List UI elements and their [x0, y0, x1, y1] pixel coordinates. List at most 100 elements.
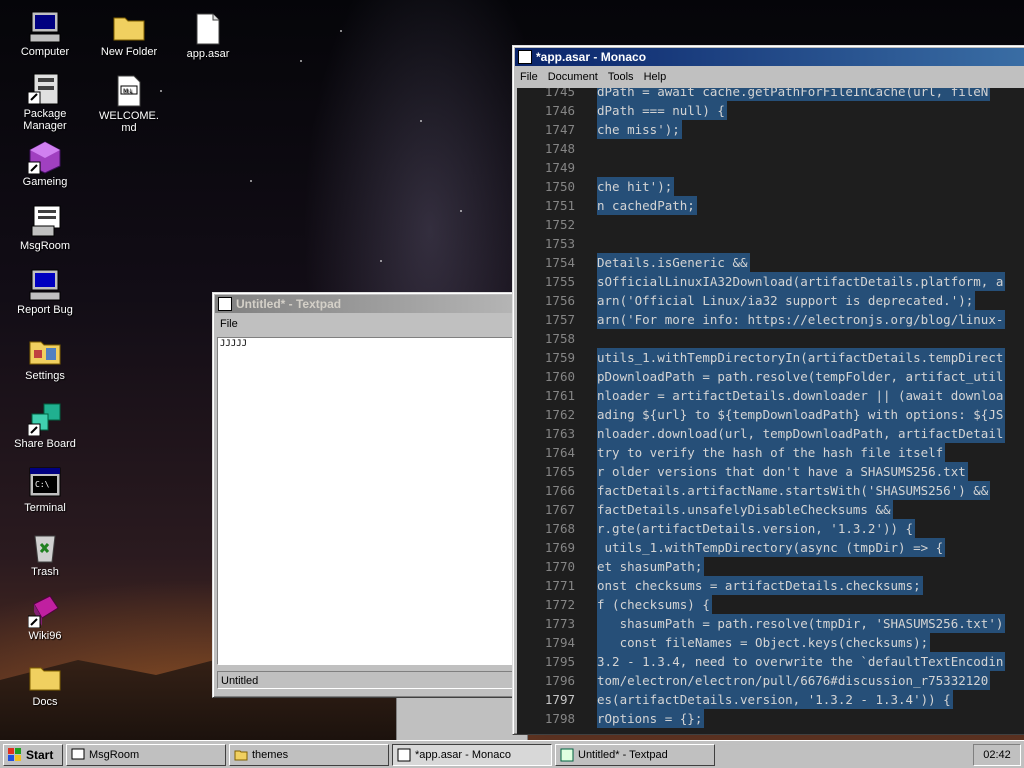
monaco-window[interactable]: *app.asar - Monaco File Document Tools H…	[512, 45, 1024, 735]
code-text: onst checksums = artifactDetails.checksu…	[597, 576, 923, 595]
line-number: 1763	[544, 426, 575, 441]
line-number: 1759	[544, 350, 575, 365]
monaco-app-icon	[397, 748, 411, 762]
desktop-icon-settings[interactable]: Settings	[5, 334, 85, 382]
computer-icon	[28, 10, 62, 44]
taskbar-button-msgroom[interactable]: MsgRoom	[66, 743, 226, 766]
taskbar: Start MsgRoom themes *app.asar - Monaco …	[0, 740, 1024, 768]
line-number: 1764	[544, 445, 575, 460]
line-number: 1749	[544, 160, 575, 175]
settings-folder-icon	[28, 334, 62, 368]
textpad-menu-file[interactable]: File	[215, 318, 243, 330]
line-number: 1757	[544, 312, 575, 327]
folder-icon	[112, 10, 146, 44]
line-number: 1750	[544, 179, 575, 194]
desktop-icon-app-asar[interactable]: app.asar	[168, 12, 248, 60]
code-text: factDetails.artifactName.startsWith('SHA…	[597, 481, 991, 500]
code-text: factDetails.unsafelyDisableChecksums &&	[597, 500, 893, 519]
code-text: r.gte(artifactDetails.version, '1.3.2'))…	[597, 519, 916, 538]
line-number: 1751	[544, 198, 575, 213]
line-number: 1767	[544, 502, 575, 517]
line-number: 1762	[544, 407, 575, 422]
desktop-icon-msgroom[interactable]: MsgRoom	[5, 204, 85, 252]
code-text: 3.2 - 1.3.4, need to overwrite the `defa…	[597, 652, 1006, 671]
code-text: pDownloadPath = path.resolve(tempFolder,…	[597, 367, 1006, 386]
textpad-status-bar: Untitled	[217, 671, 513, 689]
code-text: n cachedPath;	[597, 196, 697, 215]
line-number: 1753	[544, 236, 575, 251]
line-number: 1765	[544, 464, 575, 479]
line-number: 1797	[544, 692, 575, 707]
monaco-menubar: File Document Tools Help	[513, 68, 1024, 86]
monaco-menu-file[interactable]: File	[515, 71, 543, 83]
line-number: 1760	[544, 369, 575, 384]
textpad-text-area[interactable]: JJJJJ	[217, 337, 513, 665]
line-number: 1756	[544, 293, 575, 308]
code-editor[interactable]: 1745 dPath = await cache.getPathForFileIn…	[517, 88, 1024, 734]
line-number: 1754	[544, 255, 575, 270]
code-text: ading ${url} to ${tempDownloadPath} with…	[597, 405, 1006, 424]
desktop-icon-package-manager[interactable]: Package Manager	[5, 72, 85, 132]
line-number: 1746	[544, 103, 575, 118]
desktop-icon-wiki96[interactable]: Wiki96	[5, 594, 85, 642]
report-bug-icon	[28, 268, 62, 302]
line-number: 1795	[544, 654, 575, 669]
line-number: 1794	[544, 635, 575, 650]
textpad-content: JJJJJ	[220, 339, 248, 349]
system-clock: 02:42	[973, 744, 1021, 766]
code-text: che hit');	[597, 177, 675, 196]
textpad-app-icon	[560, 748, 574, 762]
code-text: sOfficialLinuxIA32Download(artifactDetai…	[597, 272, 1006, 291]
code-text: arn('For more info: https://electronjs.o…	[597, 310, 1006, 329]
desktop-icon-welcome-md[interactable]: M↓ WELCOME.md	[89, 74, 169, 134]
desktop-icon-docs[interactable]: Docs	[5, 660, 85, 708]
desktop: Computer Package Manager Gameing MsgRoom…	[0, 0, 1024, 740]
share-board-icon	[27, 402, 62, 437]
monaco-menu-document[interactable]: Document	[543, 71, 603, 83]
monaco-menu-help[interactable]: Help	[639, 71, 672, 83]
monaco-app-icon	[518, 50, 532, 64]
textpad-window[interactable]: Untitled* - Textpad File JJJJJ Untitled	[212, 292, 519, 698]
msgroom-icon	[71, 748, 85, 762]
folder-icon	[28, 660, 62, 694]
trash-icon	[28, 530, 62, 564]
line-number: 1796	[544, 673, 575, 688]
desktop-icon-report-bug[interactable]: Report Bug	[5, 268, 85, 316]
line-number: 1773	[544, 616, 575, 631]
start-button[interactable]: Start	[3, 743, 63, 766]
line-number: 1755	[544, 274, 575, 289]
code-text: nloader.download(url, tempDownloadPath, …	[597, 424, 1006, 443]
svg-text:M↓: M↓	[123, 88, 133, 95]
taskbar-button-monaco[interactable]: *app.asar - Monaco	[392, 743, 552, 766]
monaco-menu-tools[interactable]: Tools	[603, 71, 639, 83]
wiki-book-icon	[27, 594, 62, 629]
textpad-app-icon	[218, 297, 232, 311]
cube-icon	[27, 140, 62, 175]
desktop-icon-gameing[interactable]: Gameing	[5, 140, 85, 188]
line-number: 1761	[544, 388, 575, 403]
code-text: shasumPath = path.resolve(tmpDir, 'SHASU…	[597, 614, 1006, 633]
taskbar-button-textpad[interactable]: Untitled* - Textpad	[555, 743, 715, 766]
code-text: dPath = await cache.getPathForFileInCach…	[597, 88, 991, 101]
code-text: tom/electron/electron/pull/6676#discussi…	[597, 671, 991, 690]
desktop-icon-share-board[interactable]: Share Board	[5, 402, 85, 450]
desktop-icon-trash[interactable]: Trash	[5, 530, 85, 578]
line-number: 1766	[544, 483, 575, 498]
textpad-menubar: File	[213, 315, 518, 333]
monaco-titlebar[interactable]: *app.asar - Monaco	[515, 48, 1024, 66]
textpad-titlebar[interactable]: Untitled* - Textpad	[215, 295, 516, 313]
code-text: r older versions that don't have a SHASU…	[597, 462, 968, 481]
line-number: 1772	[544, 597, 575, 612]
background-window	[396, 696, 528, 740]
code-text: Details.isGeneric &&	[597, 253, 750, 272]
taskbar-button-themes[interactable]: themes	[229, 743, 389, 766]
package-manager-icon	[27, 72, 62, 106]
desktop-icon-computer[interactable]: Computer	[5, 10, 85, 58]
code-text: utils_1.withTempDirectory(async (tmpDir)…	[597, 538, 946, 557]
line-number: 1798	[544, 711, 575, 726]
code-text: f (checksums) {	[597, 595, 712, 614]
desktop-icon-new-folder[interactable]: New Folder	[89, 10, 169, 58]
desktop-icon-terminal[interactable]: C:\ Terminal	[5, 466, 85, 514]
terminal-icon: C:\	[28, 466, 62, 500]
code-text: nloader = artifactDetails.downloader || …	[597, 386, 1006, 405]
